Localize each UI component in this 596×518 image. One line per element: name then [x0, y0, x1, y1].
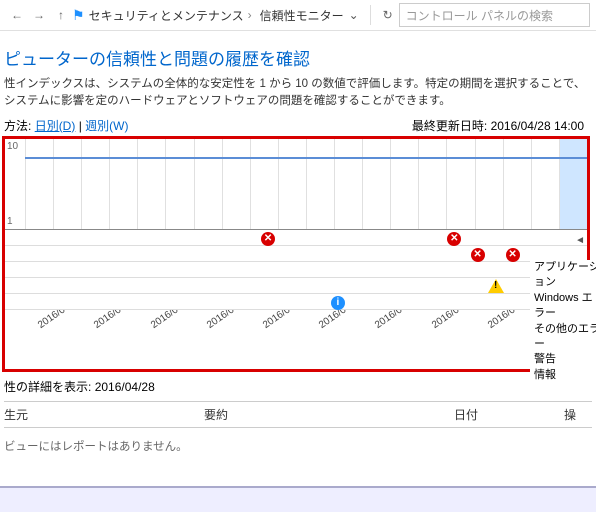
flag-icon: ⚑: [72, 7, 85, 24]
legend-app: アプリケーション: [534, 260, 596, 291]
back-button[interactable]: ←: [6, 4, 28, 26]
breadcrumb-reliability[interactable]: 信頼性モニター: [260, 7, 344, 24]
col-summary: 要約: [204, 406, 454, 423]
report-table-header: 生元 要約 日付 操: [4, 401, 592, 428]
legend-warn: 警告: [534, 352, 596, 367]
detail-label: 性の詳細を表示:: [4, 380, 91, 394]
selected-day[interactable]: [559, 139, 587, 229]
detail-date: 2016/04/28: [95, 380, 155, 394]
date-axis: 2016/04/09 2016/04/11 2016/04/13 2016/04…: [25, 310, 587, 360]
col-date: 日付: [454, 406, 564, 423]
breadcrumb-security[interactable]: セキュリティとメンテナンス: [89, 7, 244, 24]
refresh-button[interactable]: ↻: [377, 4, 399, 26]
last-update: 最終更新日時: 2016/04/28 14:00: [412, 117, 584, 134]
legend-win: Windows エラー: [534, 291, 596, 322]
divider: [370, 5, 371, 25]
up-button[interactable]: ↑: [50, 4, 72, 26]
page-description: 性インデックスは、システムの全体的な安定性を 1 から 10 の数値で評価します…: [0, 76, 596, 115]
page-title: ピューターの信頼性と問題の履歴を確認: [0, 45, 596, 70]
info-icon[interactable]: i: [331, 296, 345, 310]
warning-icon[interactable]: [488, 279, 504, 293]
chevron-down-icon[interactable]: ⌄: [344, 8, 364, 22]
col-action: 操: [564, 406, 576, 423]
error-icon[interactable]: ✕: [506, 248, 520, 262]
y-tick-1: 1: [7, 216, 13, 227]
view-weekly-link[interactable]: 週別(W): [85, 117, 128, 134]
search-input[interactable]: コントロール パネルの検索: [399, 3, 590, 27]
error-icon[interactable]: ✕: [447, 232, 461, 246]
footer-bar: [0, 486, 596, 512]
chevron-right-icon: ›: [248, 8, 252, 22]
chart-legend: アプリケーション Windows エラー その他のエラー 警告 情報: [530, 260, 596, 383]
col-source: 生元: [4, 406, 204, 423]
error-icon[interactable]: ✕: [471, 248, 485, 262]
y-tick-10: 10: [7, 141, 18, 152]
error-icon[interactable]: ✕: [261, 232, 275, 246]
reliability-line: [25, 157, 587, 159]
legend-other: その他のエラー: [534, 322, 596, 353]
empty-message: ビューにはレポートはありません。: [4, 438, 592, 454]
view-daily-link[interactable]: 日別(D): [35, 117, 76, 134]
view-label: 方法:: [4, 117, 31, 134]
legend-info: 情報: [534, 368, 596, 383]
reliability-chart[interactable]: 10 1 ✕ ✕ ✕ ✕ i 2016/04/09 2016/04/11 201…: [2, 136, 590, 372]
forward-button[interactable]: →: [28, 4, 50, 26]
